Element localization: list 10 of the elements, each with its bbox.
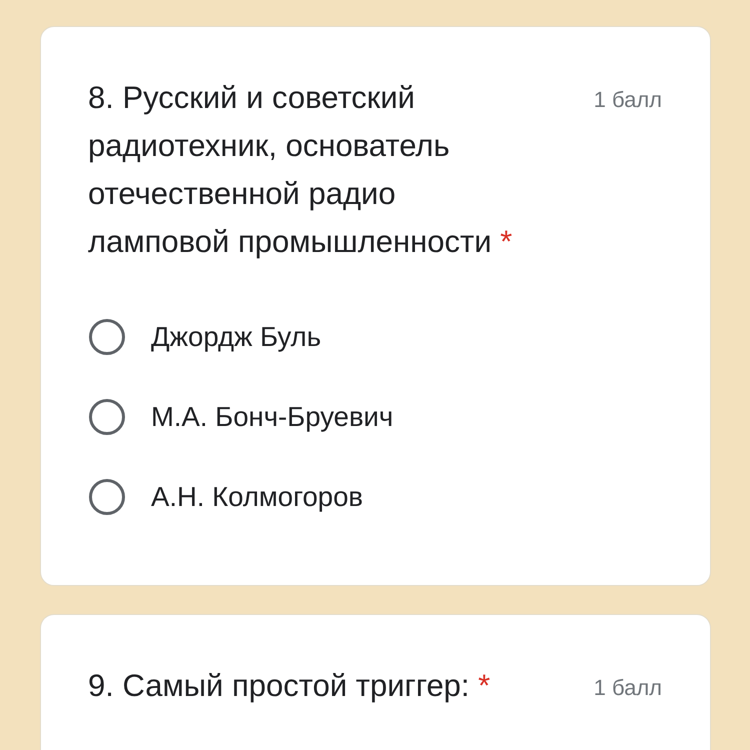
option-label[interactable]: А.Н. Колмогоров — [151, 481, 363, 513]
radio-button[interactable] — [89, 479, 125, 515]
radio-button[interactable] — [89, 399, 125, 435]
points-label: 1 балл — [594, 86, 662, 114]
points-label: 1 балл — [594, 674, 662, 702]
question-title: 8. Русский и советский радиотехник, основатель отечественной радио ламповой промышленности * — [88, 79, 514, 261]
radio-button[interactable] — [89, 319, 125, 355]
question-title: 9. Самый простой триггер: * — [88, 667, 492, 705]
option-label[interactable]: Джордж Буль — [151, 321, 322, 353]
option-label[interactable]: М.А. Бонч-Бруевич — [151, 401, 394, 433]
